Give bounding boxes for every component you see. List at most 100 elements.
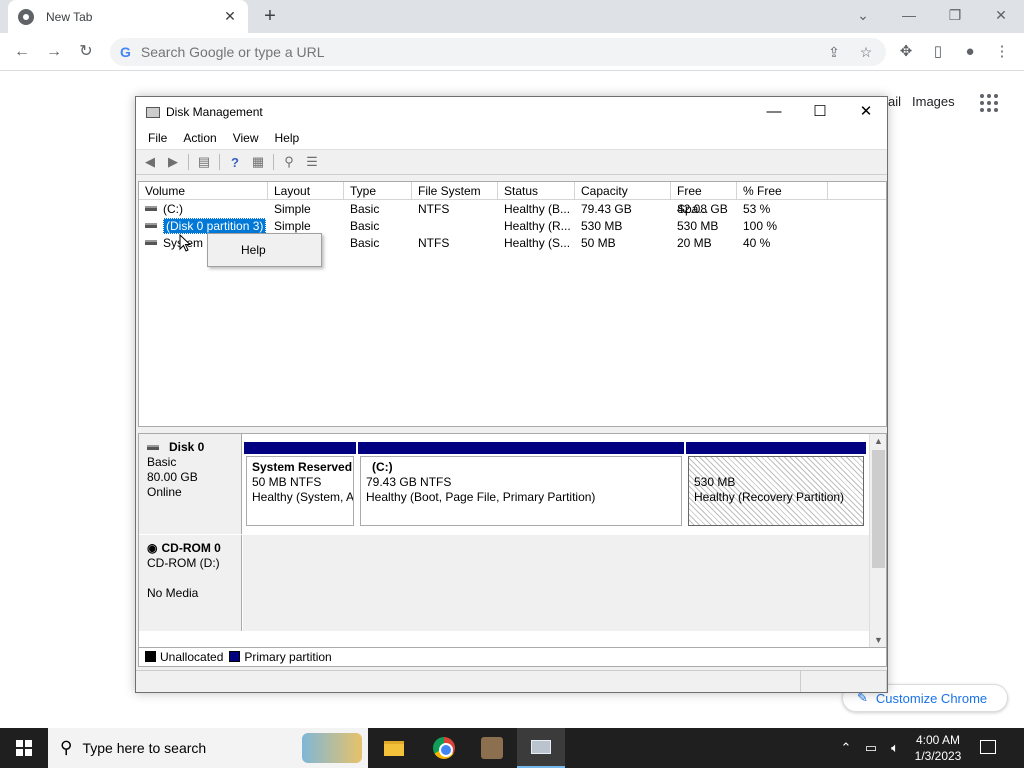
window-title-bar[interactable]: Disk Management — ☐ ✕ (136, 97, 887, 127)
partition-c[interactable]: (C:) 79.43 GB NTFS Healthy (Boot, Page F… (360, 456, 682, 526)
cdrom-empty-area (243, 535, 870, 631)
close-icon[interactable]: ✕ (843, 97, 889, 127)
system-clock[interactable]: 4:00 AM 1/3/2023 (900, 732, 976, 764)
new-tab-button[interactable]: + (258, 4, 282, 28)
customize-chrome-label: Customize Chrome (875, 690, 988, 706)
reload-icon[interactable]: ↻ (74, 40, 98, 64)
help-icon[interactable]: ? (225, 153, 245, 171)
window-title: Disk Management (166, 105, 263, 119)
type-cell: Basic (350, 201, 380, 216)
cdrom-name: CD-ROM 0 (161, 541, 221, 555)
free-space-cell: 20 MB (677, 235, 712, 250)
network-icon[interactable]: ▭ (860, 728, 882, 768)
gmail-link[interactable]: ail (888, 94, 901, 109)
partition-bar (686, 442, 866, 454)
images-link[interactable]: Images (912, 94, 955, 109)
connect-icon[interactable]: ⚲ (279, 153, 299, 171)
mouse-cursor-icon (179, 234, 191, 252)
volume-list-header: Volume Layout Type File System Status Ca… (139, 182, 886, 216)
menu-view[interactable]: View (225, 131, 267, 145)
profile-icon[interactable]: ● (958, 40, 982, 64)
status-cell: Healthy (S... (504, 235, 571, 250)
cdrom-0-info[interactable]: ◉ CD-ROM 0 CD-ROM (D:) No Media (139, 535, 242, 631)
settings-list-icon[interactable]: ☰ (302, 153, 322, 171)
browser-tab-strip: New Tab ✕ + ⌄ — ❐ ✕ (0, 0, 1024, 33)
partition-status: Healthy (Boot, Page File, Primary Partit… (366, 490, 596, 504)
menu-action[interactable]: Action (175, 131, 224, 145)
toolbar-separator (188, 154, 189, 170)
back-icon[interactable]: ← (10, 40, 34, 64)
menu-file[interactable]: File (140, 131, 175, 145)
side-panel-icon[interactable]: ▯ (926, 40, 950, 64)
layout-cell: Simple (274, 201, 311, 216)
address-input[interactable] (140, 44, 876, 60)
vertical-scrollbar[interactable]: ▲ ▼ (869, 434, 886, 647)
disk-management-taskbar-icon[interactable] (517, 728, 565, 768)
column-layout[interactable]: Layout (268, 182, 344, 199)
taskbar-search[interactable]: ⚲ Type here to search (48, 728, 368, 768)
properties-icon[interactable]: ▦ (248, 153, 268, 171)
windows-logo-icon (16, 740, 32, 756)
capacity-cell: 50 MB (581, 235, 616, 250)
scroll-up-icon[interactable]: ▲ (870, 434, 887, 448)
search-icon: ⚲ (60, 738, 73, 757)
disk-management-icon (146, 106, 160, 118)
start-button[interactable] (0, 728, 48, 768)
restore-icon[interactable]: ❐ (932, 4, 978, 26)
show-hide-console-tree-icon[interactable]: ▤ (194, 153, 214, 171)
scrollbar-thumb[interactable] (872, 450, 885, 568)
table-row-selected[interactable]: (Disk 0 partition 3) Simple Basic Health… (139, 217, 886, 234)
disk-0-info[interactable]: Disk 0 Basic 80.00 GB Online (139, 434, 242, 534)
cdrom-state: No Media (147, 586, 199, 600)
volume-icon (145, 240, 157, 245)
legend-primary: Primary partition (229, 650, 332, 664)
bookmark-star-icon[interactable]: ☆ (854, 38, 878, 66)
partition-recovery[interactable]: 530 MB Healthy (Recovery Partition) (688, 456, 864, 526)
column-file-system[interactable]: File System (412, 182, 498, 199)
partition-size: 50 MB NTFS (252, 475, 322, 489)
free-space-cell: 530 MB (677, 218, 719, 233)
google-apps-icon[interactable] (980, 94, 1000, 112)
partition-status: Healthy (System, A (252, 490, 354, 504)
column-volume[interactable]: Volume (139, 182, 268, 199)
close-tab-icon[interactable]: ✕ (222, 8, 238, 25)
column-capacity[interactable]: Capacity (575, 182, 671, 199)
forward-icon[interactable]: → (42, 40, 66, 64)
partition-system-reserved[interactable]: System Reserved 50 MB NTFS Healthy (Syst… (246, 456, 354, 526)
address-bar[interactable]: G ⇪ ☆ (110, 38, 886, 66)
minimize-icon[interactable]: — (751, 97, 797, 127)
menu-help[interactable]: Help (267, 131, 308, 145)
show-hidden-icons[interactable]: ⌃ (836, 728, 856, 768)
disk-management-window: Disk Management — ☐ ✕ File Action View H… (135, 96, 888, 693)
share-icon[interactable]: ⇪ (822, 38, 846, 66)
column-percent-free[interactable]: % Free (737, 182, 828, 199)
chrome-taskbar-icon[interactable] (420, 728, 468, 768)
forward-arrow-icon[interactable]: ▶ (163, 153, 183, 171)
column-type[interactable]: Type (344, 182, 412, 199)
more-menu-icon[interactable]: ⋮ (990, 40, 1014, 64)
file-system-cell: NTFS (418, 201, 450, 216)
scroll-down-icon[interactable]: ▼ (870, 633, 887, 647)
status-bar-pane (136, 671, 801, 692)
notification-icon[interactable] (980, 740, 996, 754)
tab-new-tab[interactable]: New Tab ✕ (8, 0, 248, 33)
partition-title: (C:) (372, 460, 393, 474)
volume-icon (145, 206, 157, 211)
app-taskbar-icon[interactable] (468, 728, 516, 768)
disk-map: Disk 0 Basic 80.00 GB Online System Rese… (138, 433, 887, 665)
tab-search-icon[interactable]: ⌄ (840, 4, 886, 26)
close-window-icon[interactable]: ✕ (978, 4, 1024, 26)
file-explorer-icon[interactable] (370, 728, 418, 768)
table-row[interactable]: (C:) Simple Basic NTFS Healthy (B... 79.… (139, 200, 886, 217)
minimize-icon[interactable]: — (886, 4, 932, 26)
percent-free-cell: 53 % (743, 201, 771, 216)
column-free-space[interactable]: Free Spa... (671, 182, 737, 216)
percent-free-cell: 100 % (743, 218, 778, 233)
column-status[interactable]: Status (498, 182, 575, 199)
context-menu-help[interactable]: Help (241, 243, 266, 257)
maximize-icon[interactable]: ☐ (797, 97, 843, 127)
back-arrow-icon[interactable]: ◀ (140, 153, 160, 171)
disk-icon (147, 445, 159, 450)
extensions-icon[interactable]: ✥ (894, 40, 918, 64)
type-cell: Basic (350, 235, 380, 250)
